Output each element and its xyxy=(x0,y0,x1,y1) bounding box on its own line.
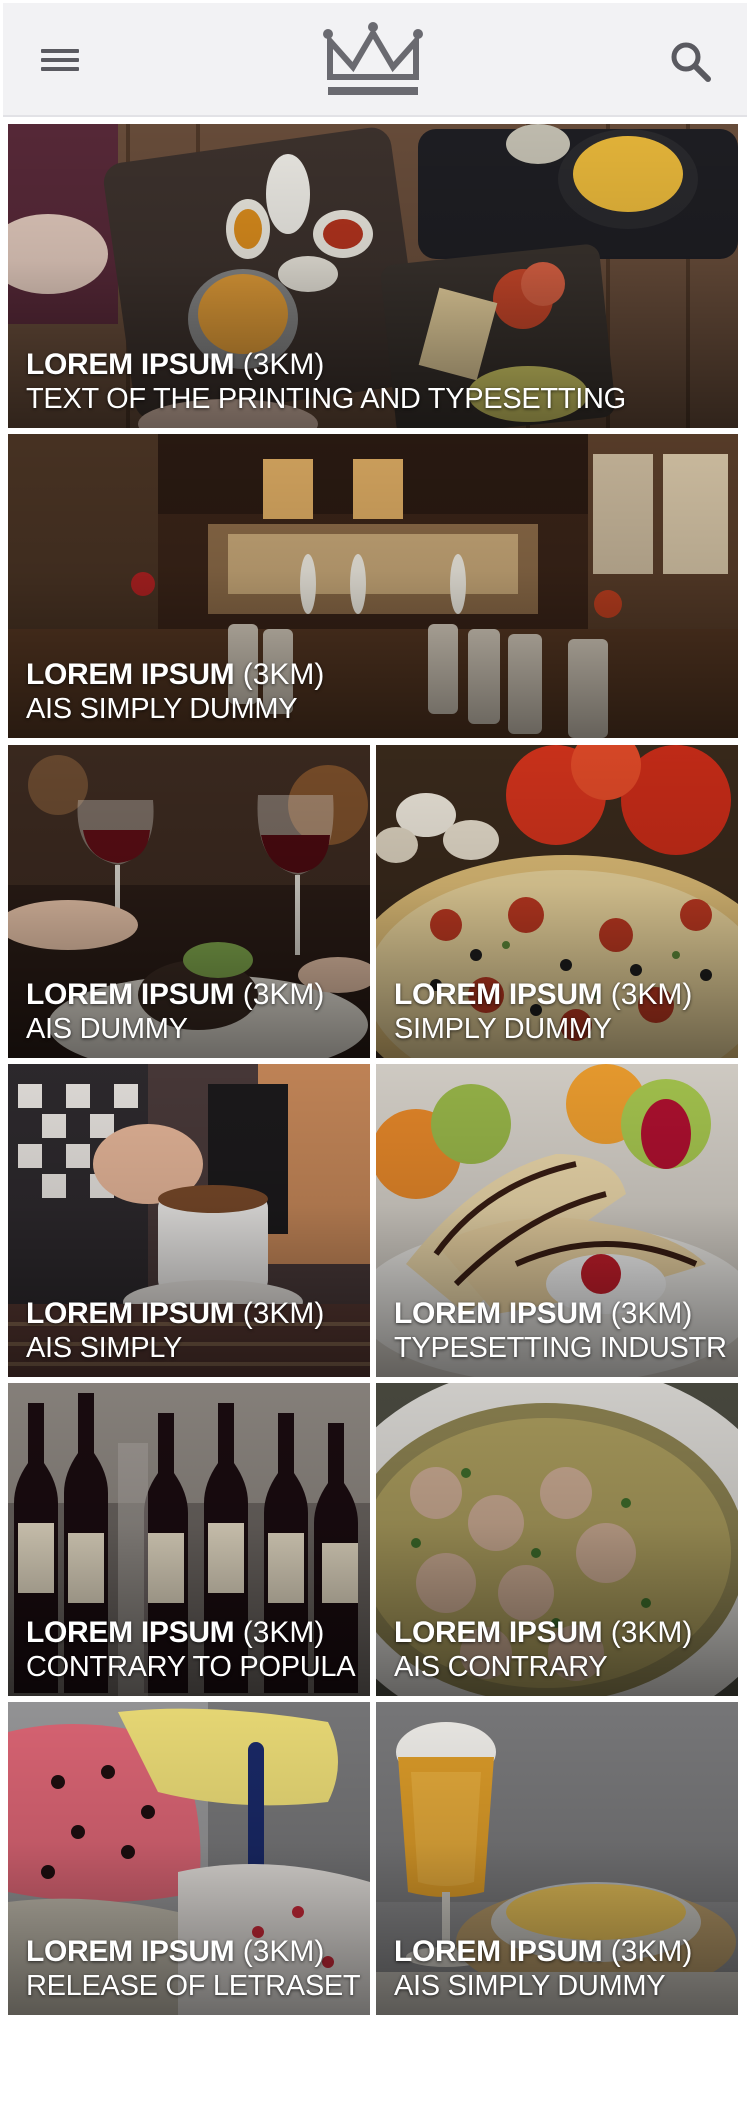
restaurant-card[interactable]: LOREM IPSUM (3KM) CONTRARY TO POPULA xyxy=(8,1383,370,1696)
restaurant-card[interactable]: LOREM IPSUM (3KM) TYPESETTING INDUSTR xyxy=(376,1064,738,1377)
search-icon[interactable] xyxy=(668,39,714,85)
card-title: LOREM IPSUM xyxy=(26,1616,235,1650)
card-subtitle: AIS DUMMY xyxy=(26,1012,188,1045)
card-distance: (3KM) xyxy=(242,348,325,382)
card-subtitle: CONTRARY TO POPULA xyxy=(26,1650,356,1683)
card-distance: (3KM) xyxy=(242,658,325,692)
card-subtitle: AIS SIMPLY DUMMY xyxy=(394,1969,666,2002)
card-caption: LOREM IPSUM (3KM) AIS SIMPLY xyxy=(26,1297,324,1365)
card-caption: LOREM IPSUM (3KM) AIS SIMPLY DUMMY xyxy=(26,658,324,726)
restaurant-card[interactable]: LOREM IPSUM (3KM) AIS CONTRARY xyxy=(376,1383,738,1696)
card-caption: LOREM IPSUM (3KM) SIMPLY DUMMY xyxy=(394,978,692,1046)
card-caption: LOREM IPSUM (3KM) TYPESETTING INDUSTR xyxy=(394,1297,727,1365)
card-title: LOREM IPSUM xyxy=(26,1935,235,1969)
restaurant-card[interactable]: LOREM IPSUM (3KM) AIS SIMPLY xyxy=(8,1064,370,1377)
card-distance: (3KM) xyxy=(610,1297,693,1331)
card-distance: (3KM) xyxy=(242,1616,325,1650)
card-title: LOREM IPSUM xyxy=(26,348,235,382)
card-title: LOREM IPSUM xyxy=(394,978,603,1012)
card-distance: (3KM) xyxy=(242,1297,325,1331)
card-subtitle: AIS SIMPLY xyxy=(26,1331,183,1364)
card-caption: LOREM IPSUM (3KM) AIS DUMMY xyxy=(26,978,324,1046)
card-title: LOREM IPSUM xyxy=(394,1297,603,1331)
card-caption: LOREM IPSUM (3KM) RELEASE OF LETRASET xyxy=(26,1935,361,2003)
restaurant-card[interactable]: LOREM IPSUM (3KM) RELEASE OF LETRASET xyxy=(8,1702,370,2015)
hamburger-menu-icon[interactable] xyxy=(39,43,83,77)
card-distance: (3KM) xyxy=(242,978,325,1012)
crown-logo-icon[interactable] xyxy=(320,21,426,105)
card-caption: LOREM IPSUM (3KM) TEXT OF THE PRINTING A… xyxy=(26,348,626,416)
card-title: LOREM IPSUM xyxy=(26,1297,235,1331)
card-title: LOREM IPSUM xyxy=(26,978,235,1012)
restaurant-card[interactable]: LOREM IPSUM (3KM) TEXT OF THE PRINTING A… xyxy=(8,124,738,428)
card-distance: (3KM) xyxy=(242,1935,325,1969)
restaurant-card[interactable]: LOREM IPSUM (3KM) AIS SIMPLY DUMMY xyxy=(376,1702,738,2015)
card-subtitle: AIS CONTRARY xyxy=(394,1650,608,1683)
card-distance: (3KM) xyxy=(610,1935,693,1969)
card-title: LOREM IPSUM xyxy=(394,1616,603,1650)
card-distance: (3KM) xyxy=(610,1616,693,1650)
restaurant-card[interactable]: LOREM IPSUM (3KM) AIS DUMMY xyxy=(8,745,370,1058)
card-caption: LOREM IPSUM (3KM) AIS SIMPLY DUMMY xyxy=(394,1935,692,2003)
card-subtitle: AIS SIMPLY DUMMY xyxy=(26,692,298,725)
card-caption: LOREM IPSUM (3KM) CONTRARY TO POPULA xyxy=(26,1616,356,1684)
restaurant-card[interactable]: LOREM IPSUM (3KM) SIMPLY DUMMY xyxy=(376,745,738,1058)
card-title: LOREM IPSUM xyxy=(26,658,235,692)
app-header xyxy=(3,3,747,117)
card-caption: LOREM IPSUM (3KM) AIS CONTRARY xyxy=(394,1616,692,1684)
card-subtitle: TEXT OF THE PRINTING AND TYPESETTING xyxy=(26,382,626,415)
card-distance: (3KM) xyxy=(610,978,693,1012)
card-title: LOREM IPSUM xyxy=(394,1935,603,1969)
restaurant-card[interactable]: LOREM IPSUM (3KM) AIS SIMPLY DUMMY xyxy=(8,434,738,738)
card-subtitle: RELEASE OF LETRASET xyxy=(26,1969,361,2002)
card-subtitle: SIMPLY DUMMY xyxy=(394,1012,612,1045)
card-subtitle: TYPESETTING INDUSTR xyxy=(394,1331,727,1364)
